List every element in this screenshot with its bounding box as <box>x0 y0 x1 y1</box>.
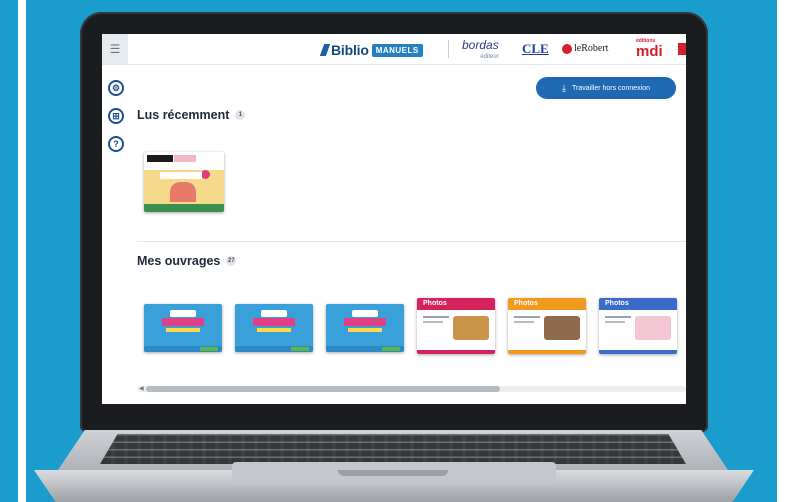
app-screen: ☰ Biblio MANUELS bordas éditeur CLE leRo… <box>102 34 686 404</box>
book-thumbnail[interactable] <box>326 304 404 352</box>
recent-title-text: Lus récemment <box>137 108 230 122</box>
brand-biblio-text: Biblio <box>331 42 369 58</box>
hamburger-menu-button[interactable]: ☰ <box>102 34 128 64</box>
right-border-stripe <box>777 0 787 502</box>
horizontal-scrollbar[interactable] <box>137 386 686 392</box>
laptop-notch <box>338 470 448 476</box>
publisher-bordas-logo[interactable]: bordas éditeur <box>462 39 499 63</box>
cover-photo <box>635 316 671 340</box>
robert-emblem-icon <box>562 43 572 54</box>
recent-count-badge: 1 <box>235 110 246 120</box>
book-series-logo <box>147 155 173 162</box>
robert-text: leRobert <box>574 43 609 54</box>
offline-mode-button[interactable]: ⤓ Travailler hors connexion <box>536 77 676 99</box>
grid-icon: ⊞ <box>112 110 120 121</box>
book-title: Photos <box>514 300 538 307</box>
book-thumbnail[interactable]: Photos <box>599 298 677 354</box>
left-border-stripe <box>18 0 26 502</box>
book-thumbnail[interactable]: Photos <box>508 298 586 354</box>
section-separator <box>137 241 686 242</box>
recent-section-title: Lus récemment 1 <box>137 108 246 122</box>
cover-photo <box>453 316 489 340</box>
book-title: Photos <box>605 300 629 307</box>
bordas-text: bordas <box>462 38 499 52</box>
publisher-robert-logo[interactable]: leRobert <box>562 43 608 54</box>
brand-manuels-badge: MANUELS <box>371 43 423 57</box>
bordas-subtext: éditeur <box>480 54 499 60</box>
works-count-badge: 27 <box>226 256 237 266</box>
header-divider <box>448 40 449 58</box>
cover-photo <box>544 316 580 340</box>
cover-illustration <box>170 182 196 202</box>
book-title: Photos <box>423 300 447 307</box>
library-grid-button[interactable]: ⊞ <box>108 108 124 124</box>
biblio-manuels-logo[interactable]: Biblio MANUELS <box>319 42 423 58</box>
offline-button-label: Travailler hors connexion <box>572 84 650 92</box>
top-app-bar: ☰ Biblio MANUELS bordas éditeur CLE leRo… <box>102 34 686 65</box>
scrollbar-thumb[interactable] <box>146 386 500 392</box>
book-thumbnail[interactable]: Photos <box>417 298 495 354</box>
scroll-left-arrow-icon[interactable]: ◀ <box>139 385 144 392</box>
settings-button[interactable]: ⚙ <box>108 80 124 96</box>
book-thumbnail[interactable] <box>235 304 313 352</box>
help-icon: ? <box>113 139 119 149</box>
logo-slash-icon <box>319 44 331 56</box>
gear-icon: ⚙ <box>111 82 121 93</box>
hamburger-icon: ☰ <box>109 42 121 56</box>
publisher-cropped-logo[interactable] <box>678 43 686 55</box>
book-thumbnail[interactable] <box>144 304 222 352</box>
help-button[interactable]: ? <box>108 136 124 152</box>
level-badge <box>201 170 210 179</box>
recent-book-thumbnail[interactable] <box>144 152 224 212</box>
download-icon: ⤓ <box>562 82 567 93</box>
works-section-title: Mes ouvrages 27 <box>137 254 237 268</box>
mdi-text: mdi <box>636 43 663 60</box>
publisher-cle-logo[interactable]: CLE <box>522 41 549 57</box>
publisher-mdi-logo[interactable]: éditions mdi <box>636 39 663 60</box>
works-title-text: Mes ouvrages <box>137 254 221 268</box>
